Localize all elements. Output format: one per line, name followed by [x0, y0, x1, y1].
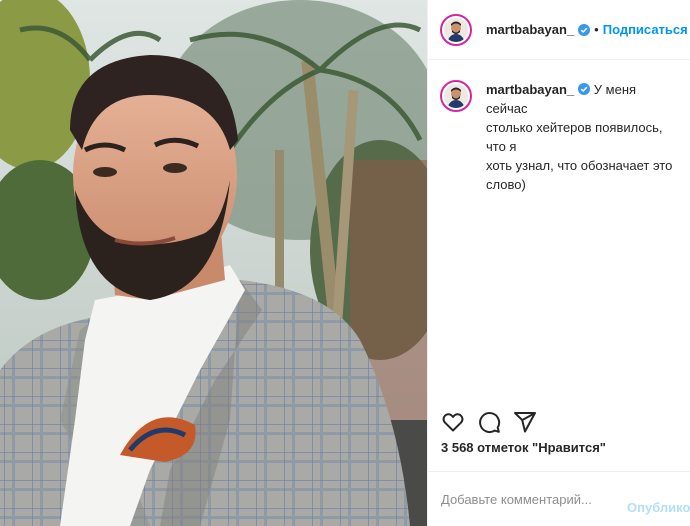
header-separator: •	[594, 22, 599, 37]
comment-input[interactable]	[441, 491, 621, 507]
comment-box	[427, 472, 690, 526]
heart-icon[interactable]	[441, 410, 465, 434]
caption-line-3: хоть узнал, что обозначает это	[486, 158, 673, 173]
comment-icon[interactable]	[477, 410, 501, 434]
caption-text: martbabayan_ У меня сейчас столько хейте…	[486, 80, 679, 194]
avatar-portrait-icon	[444, 84, 468, 108]
verified-badge-icon	[578, 83, 591, 95]
caption-line-4: слово)	[486, 177, 526, 192]
publish-button[interactable]: Опубликовать	[627, 500, 690, 515]
avatar-portrait-icon	[444, 17, 468, 42]
caption-avatar[interactable]	[440, 80, 472, 112]
author-username[interactable]: martbabayan_	[486, 22, 574, 37]
photo-scene	[0, 0, 427, 526]
post-actions	[427, 406, 690, 438]
post-photo[interactable]	[0, 0, 427, 526]
likes-count[interactable]: 3 568 отметок "Нравится"	[441, 440, 606, 455]
caption-username[interactable]: martbabayan_	[486, 82, 574, 97]
post-header: martbabayan_ • Подписаться	[428, 0, 690, 60]
share-icon[interactable]	[513, 410, 537, 434]
caption-line-2: столько хейтеров появилось, что я	[486, 120, 663, 154]
author-avatar[interactable]	[440, 13, 472, 46]
post-caption: martbabayan_ У меня сейчас столько хейте…	[428, 70, 690, 194]
verified-badge-icon	[578, 23, 591, 36]
follow-button[interactable]: Подписаться	[603, 22, 688, 37]
